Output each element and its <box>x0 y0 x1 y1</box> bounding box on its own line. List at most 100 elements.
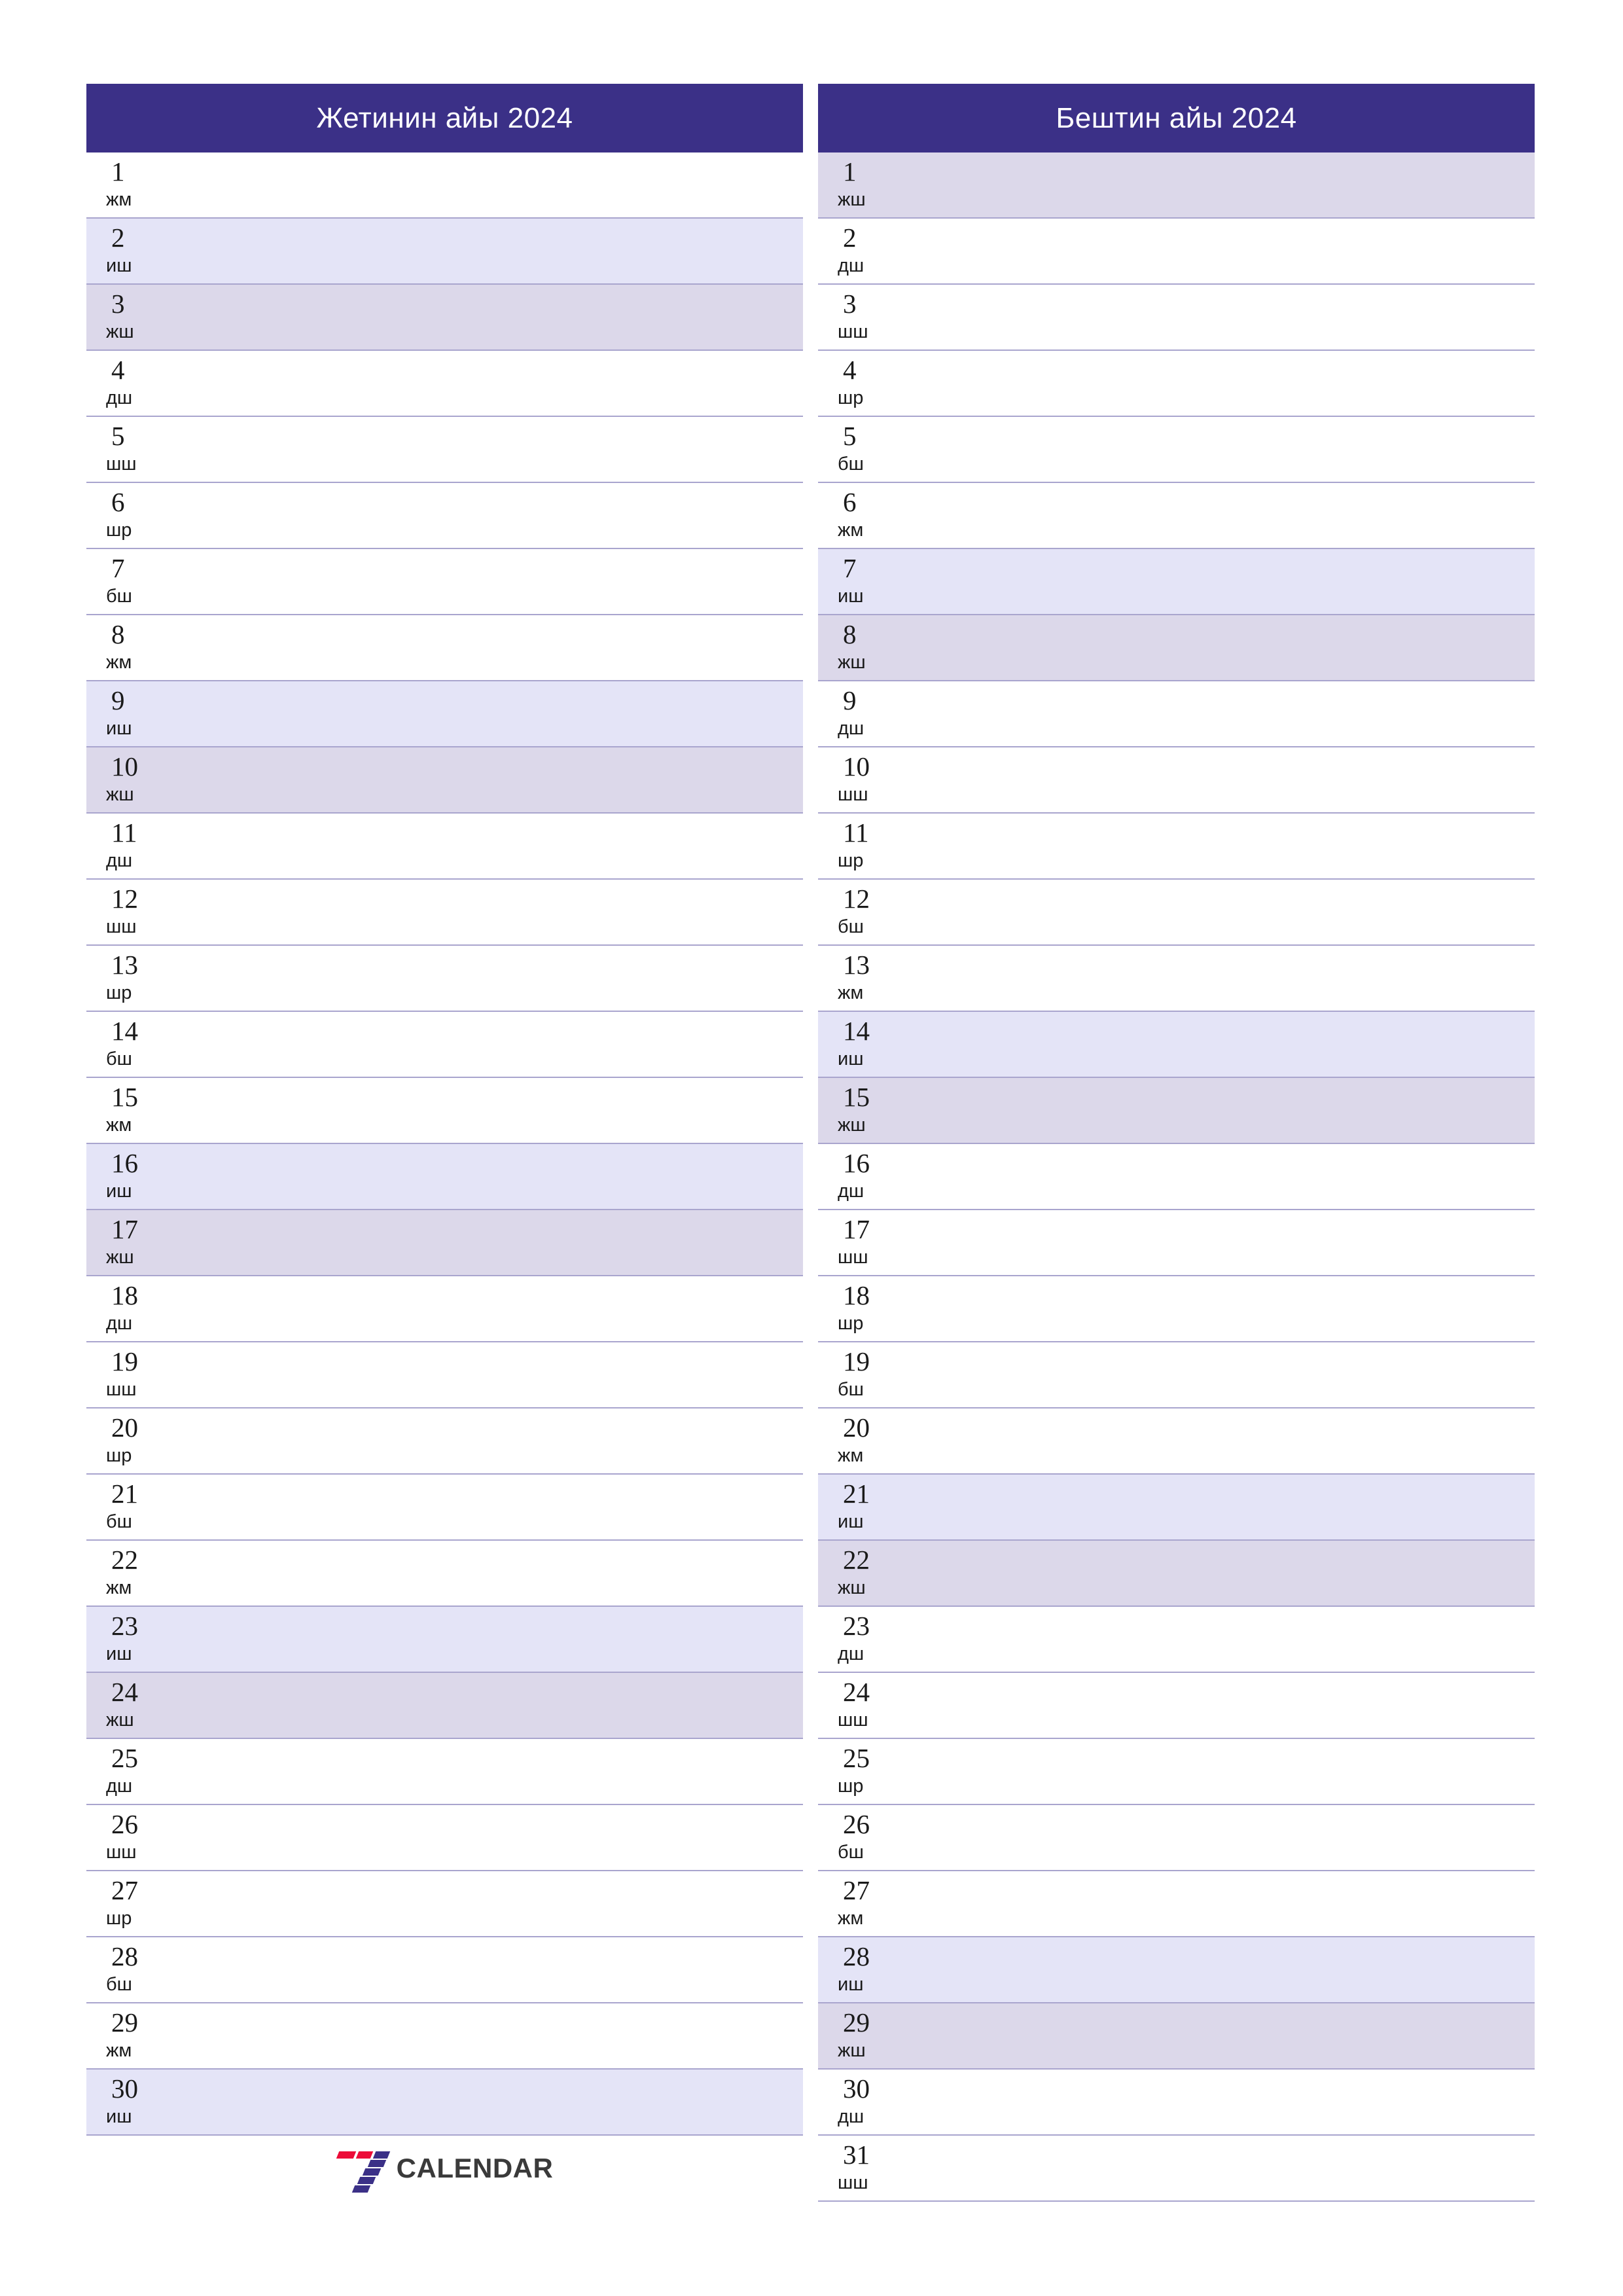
day-row[interactable]: 4 дш <box>86 351 803 417</box>
day-weekday-abbr: дш <box>106 1313 133 1334</box>
day-row[interactable]: 24 шш <box>818 1673 1535 1739</box>
day-number: 3 <box>843 289 857 319</box>
day-row[interactable]: 25 дш <box>86 1739 803 1805</box>
day-row[interactable]: 9 дш <box>818 681 1535 747</box>
day-row[interactable]: 16 дш <box>818 1144 1535 1210</box>
day-row[interactable]: 15 жм <box>86 1078 803 1144</box>
day-number: 17 <box>111 1214 138 1244</box>
day-number: 29 <box>111 2007 138 2037</box>
day-number: 16 <box>843 1148 870 1178</box>
day-weekday-abbr: иш <box>106 718 132 739</box>
day-row[interactable]: 16 иш <box>86 1144 803 1210</box>
day-row[interactable]: 5 шш <box>86 417 803 483</box>
day-row[interactable]: 6 шр <box>86 483 803 549</box>
day-row[interactable]: 13 шр <box>86 946 803 1012</box>
day-row[interactable]: 3 жш <box>86 285 803 351</box>
day-number: 19 <box>111 1346 138 1376</box>
day-number: 7 <box>111 553 125 583</box>
day-row[interactable]: 11 дш <box>86 814 803 880</box>
day-weekday-abbr: бш <box>838 1842 864 1863</box>
day-number: 16 <box>111 1148 138 1178</box>
day-row[interactable]: 8 жш <box>818 615 1535 681</box>
day-number: 28 <box>843 1941 870 1971</box>
day-row[interactable]: 4 шр <box>818 351 1535 417</box>
day-number: 22 <box>843 1545 870 1575</box>
day-weekday-abbr: дш <box>106 1776 133 1797</box>
day-row[interactable]: 18 дш <box>86 1276 803 1342</box>
day-row[interactable]: 21 иш <box>818 1475 1535 1541</box>
day-number: 27 <box>843 1875 870 1905</box>
day-row[interactable]: 22 жш <box>818 1541 1535 1607</box>
day-weekday-abbr: шр <box>106 982 132 1003</box>
day-row[interactable]: 24 жш <box>86 1673 803 1739</box>
day-row[interactable]: 29 жм <box>86 2003 803 2070</box>
day-row[interactable]: 10 шш <box>818 747 1535 814</box>
day-number: 5 <box>843 421 857 451</box>
planner-page: Жетинин айы 2024 1 жм 2 иш 3 жш 4 дш 5 шш 6 шр 7 бш 8 ж… <box>0 0 1623 2296</box>
day-row[interactable]: 30 иш <box>86 2070 803 2136</box>
day-row[interactable]: 29 жш <box>818 2003 1535 2070</box>
day-row[interactable]: 25 шр <box>818 1739 1535 1805</box>
day-row[interactable]: 28 иш <box>818 1937 1535 2003</box>
day-weekday-abbr: жм <box>106 1115 132 1136</box>
day-row[interactable]: 26 шш <box>86 1805 803 1871</box>
day-row[interactable]: 17 шш <box>818 1210 1535 1276</box>
day-row[interactable]: 1 жш <box>818 152 1535 219</box>
day-number: 22 <box>111 1545 138 1575</box>
day-weekday-abbr: иш <box>838 586 864 607</box>
day-row[interactable]: 19 бш <box>818 1342 1535 1408</box>
day-row[interactable]: 13 жм <box>818 946 1535 1012</box>
day-row[interactable]: 6 жм <box>818 483 1535 549</box>
day-row[interactable]: 30 дш <box>818 2070 1535 2136</box>
day-row[interactable]: 11 шр <box>818 814 1535 880</box>
day-row[interactable]: 12 бш <box>818 880 1535 946</box>
day-weekday-abbr: иш <box>106 2106 132 2127</box>
day-row[interactable]: 28 бш <box>86 1937 803 2003</box>
day-weekday-abbr: жш <box>838 652 866 673</box>
day-row[interactable]: 12 шш <box>86 880 803 946</box>
day-row[interactable]: 19 шш <box>86 1342 803 1408</box>
day-row[interactable]: 10 жш <box>86 747 803 814</box>
day-row[interactable]: 9 иш <box>86 681 803 747</box>
day-number: 2 <box>111 223 125 253</box>
day-row[interactable]: 27 жм <box>818 1871 1535 1937</box>
brand-logo-text: CALENDAR <box>396 2153 554 2183</box>
month-panels: Жетинин айы 2024 1 жм 2 иш 3 жш 4 дш 5 шш 6 шр 7 бш 8 ж… <box>86 84 1535 2202</box>
day-row[interactable]: 23 иш <box>86 1607 803 1673</box>
day-row[interactable]: 8 жм <box>86 615 803 681</box>
day-number: 17 <box>843 1214 870 1244</box>
day-row[interactable]: 26 бш <box>818 1805 1535 1871</box>
day-number: 14 <box>111 1016 138 1046</box>
day-row[interactable]: 5 бш <box>818 417 1535 483</box>
day-row[interactable]: 17 жш <box>86 1210 803 1276</box>
day-weekday-abbr: жш <box>838 2040 866 2061</box>
day-row[interactable]: 22 жм <box>86 1541 803 1607</box>
day-row[interactable]: 18 шр <box>818 1276 1535 1342</box>
day-weekday-abbr: шр <box>838 1776 864 1797</box>
day-row[interactable]: 2 иш <box>86 219 803 285</box>
day-weekday-abbr: шш <box>838 2172 868 2193</box>
day-weekday-abbr: шр <box>838 387 864 408</box>
day-row[interactable]: 27 шр <box>86 1871 803 1937</box>
day-row[interactable]: 23 дш <box>818 1607 1535 1673</box>
day-number: 6 <box>111 487 125 517</box>
day-row[interactable]: 31 шш <box>818 2136 1535 2202</box>
day-row[interactable]: 14 иш <box>818 1012 1535 1078</box>
day-row[interactable]: 20 шр <box>86 1408 803 1475</box>
day-number: 7 <box>843 553 857 583</box>
day-row[interactable]: 3 шш <box>818 285 1535 351</box>
day-number: 1 <box>111 156 125 187</box>
day-row[interactable]: 7 бш <box>86 549 803 615</box>
day-row[interactable]: 1 жм <box>86 152 803 219</box>
day-row[interactable]: 14 бш <box>86 1012 803 1078</box>
day-row[interactable]: 7 иш <box>818 549 1535 615</box>
day-weekday-abbr: дш <box>106 850 133 871</box>
day-weekday-abbr: бш <box>838 916 864 937</box>
day-weekday-abbr: дш <box>838 1181 865 1202</box>
day-row[interactable]: 2 дш <box>818 219 1535 285</box>
day-row[interactable]: 21 бш <box>86 1475 803 1541</box>
day-row[interactable]: 15 жш <box>818 1078 1535 1144</box>
day-row[interactable]: 20 жм <box>818 1408 1535 1475</box>
day-weekday-abbr: бш <box>838 1379 864 1400</box>
day-number: 3 <box>111 289 125 319</box>
